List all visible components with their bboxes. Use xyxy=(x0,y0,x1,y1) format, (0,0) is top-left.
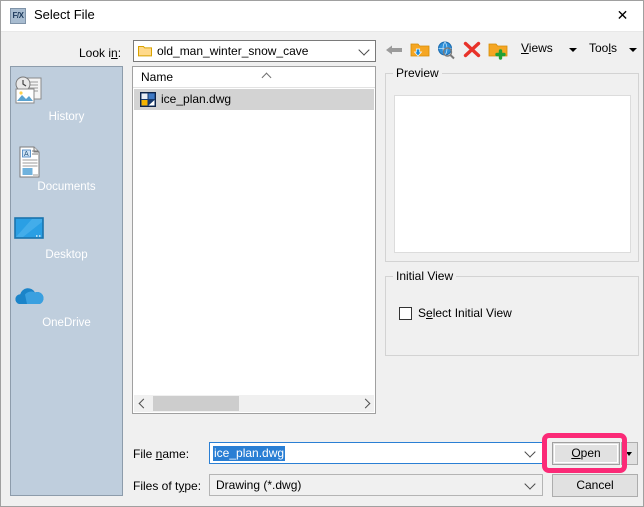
initial-view-group-title: Initial View xyxy=(393,269,457,283)
column-header-label: Name xyxy=(141,70,174,84)
select-initial-view-label[interactable]: Select Initial View xyxy=(418,306,512,320)
history-icon xyxy=(11,75,122,109)
sidebar-item-label: Desktop xyxy=(45,249,88,261)
list-item-label: ice_plan.dwg xyxy=(161,92,232,106)
sidebar-item-label: OneDrive xyxy=(42,317,91,329)
look-in-value: old_man_winter_snow_cave xyxy=(157,44,309,58)
file-name-combobox[interactable]: ice_plan.dwg xyxy=(209,442,543,464)
look-in-combobox[interactable]: old_man_winter_snow_cave xyxy=(133,40,376,62)
chevron-down-icon xyxy=(626,452,632,456)
views-chevron-down-icon[interactable] xyxy=(569,48,577,52)
preview-group-title: Preview xyxy=(393,66,442,80)
sidebar-item-history[interactable]: History xyxy=(11,75,122,123)
chevron-left-icon[interactable] xyxy=(134,395,151,412)
look-in-label: Look in: xyxy=(79,46,122,60)
list-item[interactable]: ice_plan.dwg xyxy=(134,89,374,110)
initial-view-group: Initial View Select Initial View xyxy=(385,269,639,356)
scrollbar-thumb[interactable] xyxy=(153,396,239,411)
views-label-rest: iews xyxy=(528,41,553,55)
chevron-down-icon[interactable] xyxy=(355,41,372,61)
up-one-level-folder-icon[interactable] xyxy=(409,39,431,61)
file-name-label: File name: xyxy=(133,447,190,461)
select-file-dialog: F/X Select File ✕ Look in: old_man_winte… xyxy=(0,0,644,507)
files-of-type-label: Files of type: xyxy=(133,479,202,493)
open-dropdown-button[interactable] xyxy=(621,442,638,465)
onedrive-cloud-icon xyxy=(11,281,122,315)
tools-menu-button[interactable]: Tools xyxy=(589,41,617,55)
dialog-title: Select File xyxy=(34,7,95,22)
sidebar-item-label: Documents xyxy=(37,181,96,193)
svg-text:A: A xyxy=(24,151,29,158)
column-header-name[interactable]: Name xyxy=(133,67,375,88)
new-folder-icon[interactable] xyxy=(487,39,509,61)
dwg-file-icon xyxy=(140,92,156,107)
chevron-down-icon[interactable] xyxy=(522,475,538,495)
desktop-icon xyxy=(11,213,122,247)
close-icon: ✕ xyxy=(616,7,629,23)
open-button-label: Open xyxy=(571,446,601,460)
preview-area xyxy=(394,95,631,253)
sidebar-item-documents[interactable]: A Documents xyxy=(11,145,122,193)
horizontal-scrollbar[interactable] xyxy=(134,395,374,412)
tools-chevron-down-icon[interactable] xyxy=(629,48,637,52)
sidebar-item-onedrive[interactable]: OneDrive xyxy=(11,281,122,329)
cancel-button[interactable]: Cancel xyxy=(552,474,638,497)
places-bar: History A Documents Desktop OneDrive xyxy=(10,66,123,496)
sort-ascending-icon xyxy=(263,71,272,80)
select-initial-view-checkbox[interactable] xyxy=(399,307,412,320)
app-icon: F/X xyxy=(10,8,26,24)
file-name-input[interactable]: ice_plan.dwg xyxy=(213,446,286,461)
dialog-toolbar: Views Tools xyxy=(383,37,641,63)
sidebar-item-label: History xyxy=(48,111,85,123)
files-of-type-value: Drawing (*.dwg) xyxy=(216,478,302,492)
file-list[interactable]: Name ice_plan.dwg xyxy=(132,66,376,414)
sidebar-item-desktop[interactable]: Desktop xyxy=(11,213,122,261)
back-arrow-icon[interactable] xyxy=(383,39,405,61)
close-button[interactable]: ✕ xyxy=(600,1,643,30)
folder-icon xyxy=(138,45,152,57)
title-bar: F/X Select File ✕ xyxy=(1,1,643,32)
documents-icon: A xyxy=(11,145,122,179)
open-button[interactable]: Open xyxy=(552,442,620,465)
search-web-globe-icon[interactable] xyxy=(435,39,457,61)
preview-group: Preview xyxy=(385,66,639,262)
chevron-down-icon[interactable] xyxy=(522,443,538,463)
chevron-right-icon[interactable] xyxy=(357,395,374,412)
delete-x-icon[interactable] xyxy=(461,39,483,61)
views-menu-button[interactable]: Views xyxy=(521,41,553,55)
files-of-type-combobox[interactable]: Drawing (*.dwg) xyxy=(209,474,543,496)
